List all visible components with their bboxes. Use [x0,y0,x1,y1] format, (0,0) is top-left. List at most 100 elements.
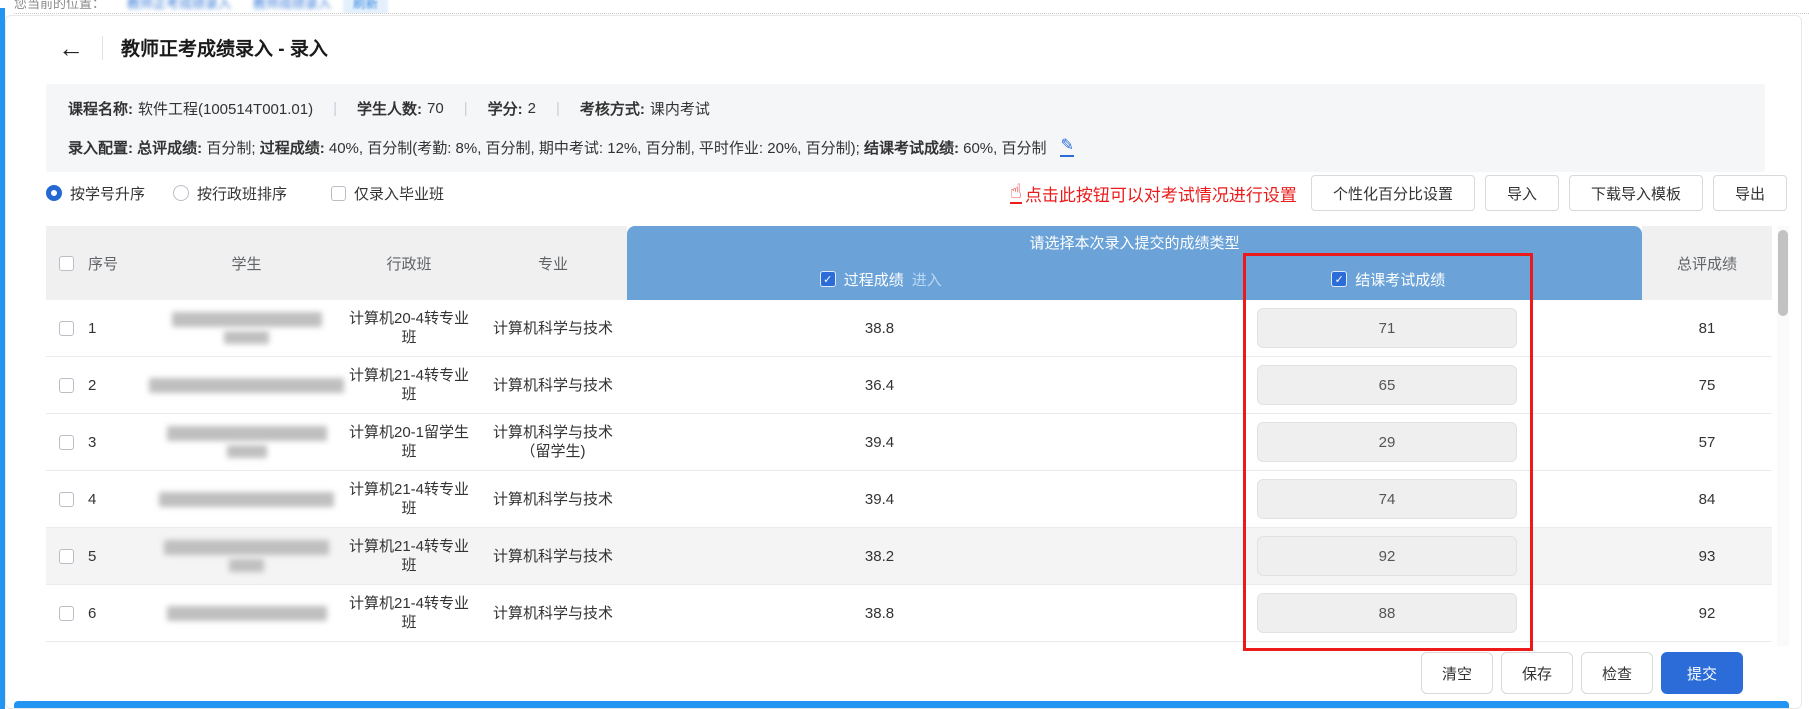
final-exam-cell: 65 [1132,365,1642,405]
footer-actions: 清空保存检查提交 [1421,652,1743,694]
column-header-process-score: ✓ 过程成绩 进入 [627,258,1135,300]
final-exam-score-input[interactable]: 29 [1257,422,1517,462]
download-template-button[interactable]: 下载导入模板 [1569,175,1703,211]
process-score-cell: 39.4 [627,491,1132,508]
table-scrollbar[interactable] [1777,226,1789,646]
select-all-checkbox[interactable] [59,256,74,271]
major-cell: 计算机科学与技术 [479,547,627,566]
student-name-redacted [149,378,344,393]
student-cell [154,492,339,507]
row-checkbox[interactable] [59,492,74,507]
config-segment: 结课考试成绩: [864,140,963,157]
info-label: 课程名称: [68,98,133,119]
final-exam-score-input[interactable]: 92 [1257,536,1517,576]
total-score-cell: 84 [1642,491,1772,508]
course-info-box: 课程名称:软件工程(100514T001.01)|学生人数:70|学分:2|考核… [46,84,1765,172]
admin-class-cell: 计算机21-4转专业班 [339,366,479,404]
major-cell: 计算机科学与技术 [479,490,627,509]
student-name-redacted [164,540,329,555]
row-checkbox-cell [46,549,84,564]
process-enter-link[interactable]: 进入 [912,269,942,290]
row-checkbox[interactable] [59,378,74,393]
edit-config-icon[interactable]: ✎ [1060,138,1073,157]
student-name-redacted [172,312,322,327]
back-button[interactable]: ← [58,35,84,61]
table-action-buttons: 个性化百分比设置导入下载导入模板导出 [1311,175,1787,211]
import-button[interactable]: 导入 [1485,175,1559,211]
checkbox-label-only-graduating[interactable]: 仅录入毕业班 [354,183,444,204]
final-exam-score-input[interactable]: 65 [1257,365,1517,405]
info-value: 软件工程(100514T001.01) [138,98,313,119]
info-value: 2 [528,100,536,117]
final-exam-cell: 29 [1132,422,1642,462]
row-checkbox-cell [46,435,84,450]
table-row: 4计算机21-4转专业班计算机科学与技术39.47484 [46,471,1772,528]
header-divider [102,36,103,60]
export-button[interactable]: 导出 [1713,175,1787,211]
info-label: 考核方式: [580,98,645,119]
scrollbar-thumb[interactable] [1778,230,1788,316]
radio-sort-by-student-id[interactable] [46,185,62,201]
save-button[interactable]: 保存 [1501,652,1573,694]
seq-cell: 6 [84,605,154,622]
process-score-cell: 38.8 [627,605,1132,622]
major-cell: 计算机科学与技术 [479,604,627,623]
row-checkbox[interactable] [59,321,74,336]
breadcrumb-link[interactable]: 教师正考成绩录入 [127,0,231,11]
personalized-percentage-button[interactable]: 个性化百分比设置 [1311,175,1475,211]
row-checkbox-cell [46,378,84,393]
process-score-cell: 36.4 [627,377,1132,394]
table-header-left: 序号 学生 行政班 专业 [46,226,627,300]
final-exam-cell: 71 [1132,308,1642,348]
submit-button[interactable]: 提交 [1661,652,1743,694]
config-segment: 总评成绩: [137,140,206,157]
checkbox-only-graduating[interactable] [331,186,346,201]
clear-button[interactable]: 清空 [1421,652,1493,694]
total-score-cell: 92 [1642,605,1772,622]
main-panel: ← 教师正考成绩录入 - 录入 课程名称:软件工程(100514T001.01)… [5,15,1802,709]
table-row: 5计算机21-4转专业班计算机科学与技术38.29293 [46,528,1772,585]
student-name-redacted [227,445,267,458]
radio-label-sort-by-student-id[interactable]: 按学号升序 [70,183,145,204]
breadcrumb: 您当前的位置： 教师正考成绩录入教师成绩录入 刷新 [14,0,1809,14]
row-checkbox[interactable] [59,435,74,450]
refresh-button[interactable]: 刷新 [343,0,388,14]
config-segment: 40%, 百分制(考勤: 8%, 百分制, 期中考试: 12%, 百分制, 平时… [329,140,864,157]
process-score-cell: 38.8 [627,320,1132,337]
column-header-student: 学生 [154,253,339,274]
final-exam-score-input[interactable]: 88 [1257,593,1517,633]
student-name-redacted [167,426,327,441]
total-score-cell: 57 [1642,434,1772,451]
radio-label-sort-by-class[interactable]: 按行政班排序 [197,183,287,204]
check-button[interactable]: 检查 [1581,652,1653,694]
table-row: 3计算机20-1留学生班计算机科学与技术（留学生)39.42957 [46,414,1772,471]
column-header-total: 总评成绩 [1642,226,1772,300]
entry-config-line: 录入配置: 总评成绩: 百分制; 过程成绩: 40%, 百分制(考勤: 8%, … [68,137,1743,158]
major-cell: 计算机科学与技术 [479,319,627,338]
table-header: 序号 学生 行政班 专业 请选择本次录入提交的成绩类型 ✓ 过程成绩 进入 [46,226,1772,300]
final-exam-score-input[interactable]: 74 [1257,479,1517,519]
column-header-seq: 序号 [84,253,154,274]
seq-cell: 2 [84,377,154,394]
tip-text: 点击此按钮可以对考试情况进行设置 [1025,181,1297,206]
row-checkbox[interactable] [59,606,74,621]
info-separator: | [333,100,337,117]
final-exam-score-input[interactable]: 71 [1257,308,1517,348]
process-score-checkbox[interactable]: ✓ [820,271,836,287]
controls-row: 按学号升序 按行政班排序 仅录入毕业班 ☝ 点击此按钮可以对考试情况进行设置 个… [46,174,1787,212]
config-segment: 百分制; [206,140,259,157]
row-checkbox-cell [46,606,84,621]
final-exam-checkbox[interactable]: ✓ [1331,271,1347,287]
radio-sort-by-class[interactable] [173,185,189,201]
breadcrumb-link[interactable]: 教师成绩录入 [253,0,331,11]
admin-class-cell: 计算机20-1留学生班 [339,423,479,461]
info-label: 学生人数: [357,98,422,119]
pointing-hand-icon: ☝ [1010,182,1022,204]
column-header-final-exam: ✓ 结课考试成绩 [1135,258,1643,300]
course-info-line: 课程名称:软件工程(100514T001.01)|学生人数:70|学分:2|考核… [68,98,1743,119]
seq-cell: 4 [84,491,154,508]
student-name-redacted [167,606,327,621]
student-cell [154,378,339,393]
row-checkbox[interactable] [59,549,74,564]
page-title: 教师正考成绩录入 - 录入 [121,34,328,61]
